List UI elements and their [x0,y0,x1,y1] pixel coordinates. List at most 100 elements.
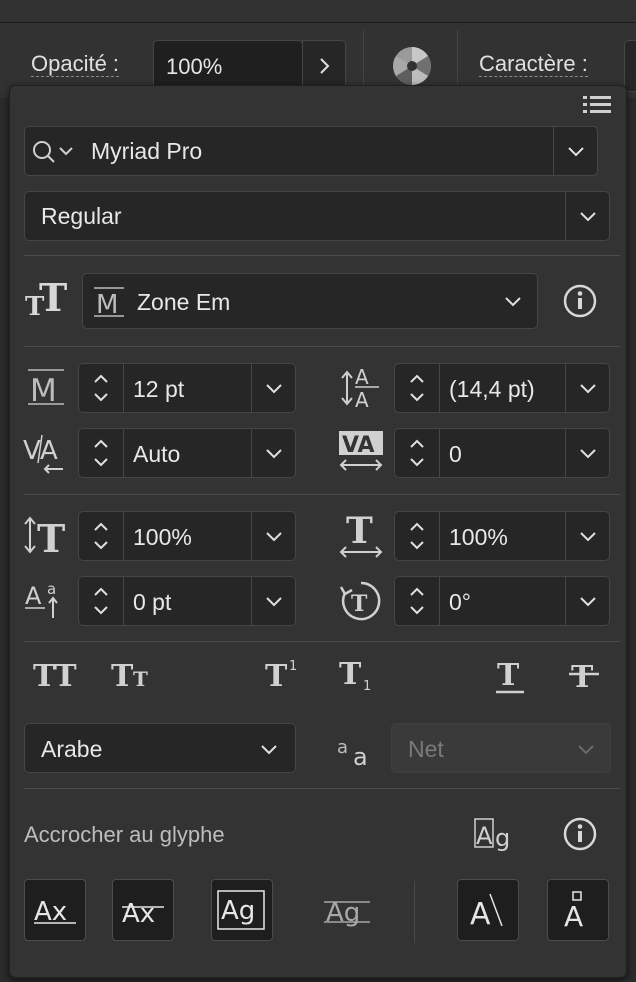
panel-menu-icon[interactable] [582,94,612,116]
underline-icon[interactable]: T [490,654,530,696]
svg-text:T: T [497,658,520,693]
language-select[interactable]: Arabe [24,723,296,773]
svg-text:T: T [37,516,65,557]
kerning-stepper[interactable] [79,429,124,477]
snap-baseline-button[interactable]: Ax [24,879,86,941]
language-value: Arabe [41,736,103,762]
chevron-down-icon[interactable] [501,292,525,310]
x-height-glyph-icon: Ax [122,899,164,929]
superscript-icon[interactable]: T1 [262,654,308,694]
leading-field[interactable]: (14,4 pt) [394,363,610,413]
svg-text:T: T [346,510,373,552]
character-label[interactable]: Caractère : [479,52,588,77]
svg-text:a: a [353,743,368,769]
kerning-value: Auto [133,441,181,467]
glyph-bounds-icon[interactable]: Ag [472,814,518,856]
divider [24,494,620,495]
vertical-scale-field[interactable]: 100% [78,511,296,561]
character-font-field[interactable] [624,40,636,92]
svg-text:A: A [355,388,369,410]
font-size-dropdown[interactable] [251,364,296,412]
all-caps-icon[interactable]: TT [30,654,82,694]
font-style-dropdown[interactable] [565,192,610,240]
snap-glyph-bounds-button[interactable]: Ag [211,879,273,941]
recolor-artwork-icon[interactable] [390,44,434,88]
chevron-down-icon [574,742,598,756]
tracking-field[interactable]: 0 [394,428,610,478]
svg-text:A: A [470,897,491,930]
chevron-down-icon [580,532,596,542]
chevron-down-icon [266,384,282,394]
vertical-scale-stepper[interactable] [79,512,124,560]
svg-text:a: a [337,737,348,758]
chevron-right-icon [320,58,330,74]
proximity-guides-icon: Ag [324,898,370,928]
snap-proximity-button[interactable]: Ag [316,879,378,941]
rotation-dropdown[interactable] [565,577,610,625]
rotation-stepper[interactable] [395,577,440,625]
opacity-value: 100% [166,54,223,79]
svg-text:Ag: Ag [221,896,255,926]
divider [24,255,620,256]
tracking-value: 0 [449,441,462,467]
small-caps-icon[interactable]: TT [108,654,160,694]
rotation-value: 0° [449,589,471,615]
chevron-down-icon [266,532,282,542]
chevron-down-icon [580,212,596,222]
kerning-icon: VA [22,431,70,475]
font-style-value: Regular [41,203,122,229]
subscript-icon[interactable]: T1 [336,654,382,694]
baseline-shift-value: 0 pt [133,589,172,615]
vertical-scale-dropdown[interactable] [251,512,296,560]
measure-option-value: Zone Em [137,289,231,315]
baseline-shift-stepper[interactable] [79,577,124,625]
chevron-down-icon [568,147,584,157]
font-size-stepper[interactable] [79,364,124,412]
horizontal-scale-stepper[interactable] [395,512,440,560]
kerning-dropdown[interactable] [251,429,296,477]
svg-text:T: T [39,279,67,319]
anchor-point-icon: A [564,891,583,930]
chevron-down-icon [266,597,282,607]
tracking-stepper[interactable] [395,429,440,477]
info-icon[interactable] [562,283,598,319]
chevron-down-icon [580,384,596,394]
horizontal-scale-value: 100% [449,524,508,550]
rotation-field[interactable]: 0° [394,576,610,626]
opacity-label[interactable]: Opacité : [31,52,120,77]
info-icon[interactable] [562,816,598,852]
antialiasing-icon: aa [336,730,376,770]
search-icon[interactable] [29,137,79,167]
font-family-dropdown[interactable] [553,127,598,175]
leading-value: (14,4 pt) [449,376,535,402]
chevron-down-icon [580,449,596,459]
kerning-field[interactable]: Auto [78,428,296,478]
divider [363,30,364,90]
svg-text:T: T [133,667,148,691]
font-family-field[interactable]: Myriad Pro [24,126,598,176]
tracking-dropdown[interactable] [565,429,610,477]
svg-text:A: A [25,582,42,610]
leading-dropdown[interactable] [565,364,610,412]
horizontal-scale-dropdown[interactable] [565,512,610,560]
font-style-field[interactable]: Regular [24,191,610,241]
svg-text:Ax: Ax [122,899,155,929]
chevron-down-icon [580,597,596,607]
svg-text:A: A [355,365,369,389]
glyph-bounds-icon: Ag [217,890,265,930]
svg-text:M: M [96,290,118,319]
snap-xheight-button[interactable]: Ax [112,879,174,941]
measure-option-field[interactable]: M Zone Em [82,273,538,329]
horizontal-scale-field[interactable]: 100% [394,511,610,561]
baseline-shift-dropdown[interactable] [251,577,296,625]
snap-angular-button[interactable]: A [457,879,519,941]
baseline-shift-field[interactable]: 0 pt [78,576,296,626]
leading-stepper[interactable] [395,364,440,412]
strikethrough-icon[interactable]: T [564,654,604,696]
baseline-glyph-icon: Ax [34,897,76,927]
svg-text:1: 1 [363,679,371,692]
font-size-field[interactable]: 12 pt [78,363,296,413]
snap-anchor-button[interactable]: A [547,879,609,941]
divider [414,881,415,943]
svg-text:M: M [30,373,57,407]
